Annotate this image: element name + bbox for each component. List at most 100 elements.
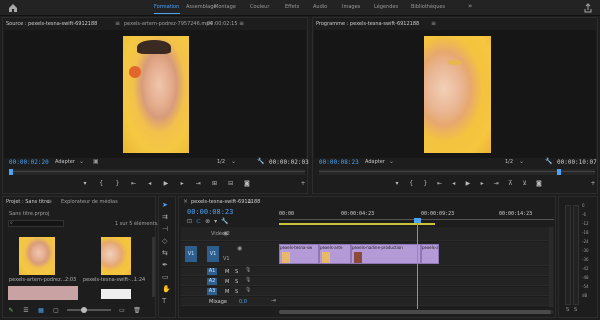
source-tab-clip-name[interactable]: pexels-artem-podrez-7957246.mp4	[124, 21, 213, 27]
timeline-clip[interactable]: pexels-nadine-production	[351, 244, 421, 264]
program-mark-in-icon[interactable]: {	[407, 180, 415, 190]
project-item-thumbnail[interactable]	[101, 237, 131, 275]
workspace-tab-audio[interactable]: Audio	[313, 4, 327, 10]
track-target-a1[interactable]: A1	[207, 268, 217, 275]
zoom-slider[interactable]	[67, 307, 111, 313]
program-play-icon[interactable]: ▶	[464, 180, 472, 190]
add-marker-icon[interactable]: ▾	[214, 218, 217, 226]
program-step-forward-icon[interactable]: ▸	[478, 180, 486, 190]
timeline-playhead[interactable]	[417, 219, 418, 309]
panel-menu-icon[interactable]: ≡	[115, 20, 120, 27]
mic-icon[interactable]: 🎙	[245, 287, 251, 293]
ripple-edit-tool-icon[interactable]: ⊣	[162, 225, 171, 233]
source-add-button-icon[interactable]: +	[299, 180, 307, 187]
mute-button[interactable]: M	[225, 269, 229, 275]
media-browser-tab[interactable]: Explorateur de médias	[61, 199, 118, 205]
program-mark-icon[interactable]: ▾	[393, 180, 401, 190]
razor-tool-icon[interactable]: ◇	[162, 237, 171, 245]
solo-button[interactable]: S	[235, 279, 238, 285]
workspace-tab-bibliotheques[interactable]: Bibliothèques	[411, 4, 445, 10]
pencil-icon[interactable]: ✎	[7, 307, 15, 314]
timeline-playhead-handle[interactable]	[414, 218, 421, 223]
wrench-icon[interactable]: 🔧	[257, 158, 264, 165]
rectangle-tool-icon[interactable]: ▭	[162, 273, 171, 281]
extract-icon[interactable]: ⊻	[521, 180, 529, 190]
mic-icon[interactable]: 🎙	[245, 277, 251, 283]
track-target-a2[interactable]: A2	[207, 278, 217, 285]
zoom-slider-handle[interactable]	[81, 307, 87, 313]
timeline-vertical-scrollbar[interactable]	[549, 227, 553, 307]
project-item-thumbnail[interactable]	[8, 286, 78, 300]
pen-tool-icon[interactable]: ✒	[162, 261, 171, 269]
program-panel-menu-icon[interactable]: ≡	[431, 20, 436, 27]
program-resolution-dropdown[interactable]: 1/2	[505, 159, 513, 165]
slip-tool-icon[interactable]: ⇆	[162, 249, 171, 257]
new-bin-icon[interactable]: ▭	[118, 307, 126, 314]
sequence-menu-icon[interactable]: ≡	[247, 198, 252, 205]
program-playhead-timecode[interactable]: 00:00:08:23	[319, 159, 359, 166]
program-step-back-icon[interactable]: ◂	[450, 180, 458, 190]
workspace-tab-formation[interactable]: Formation	[154, 4, 179, 10]
program-panel-title[interactable]: Programme : pexels-tesna-swift-6912188	[316, 21, 419, 27]
type-tool-icon[interactable]: T	[162, 297, 171, 305]
go-to-out-icon[interactable]: ⇥	[194, 180, 202, 190]
eye-icon[interactable]: ◉	[237, 245, 242, 252]
solo-button[interactable]: S	[235, 269, 238, 275]
timeline-timecode[interactable]: 00:00:08:23	[187, 208, 233, 216]
source-viewer[interactable]	[4, 30, 306, 158]
track-target-v1[interactable]: V1	[207, 246, 219, 262]
program-viewer[interactable]	[314, 30, 596, 158]
program-go-to-in-icon[interactable]: ⇤	[436, 180, 444, 190]
project-item-thumbnail[interactable]	[19, 237, 55, 275]
mic-icon[interactable]: 🎙	[245, 267, 251, 273]
timeline-scrollbar-thumb[interactable]	[279, 310, 551, 314]
mark-out-bracket-icon[interactable]: }	[113, 180, 121, 190]
workspace-tab-montage[interactable]: Montage	[214, 4, 236, 10]
timeline-clip[interactable]: pexels-a	[421, 244, 439, 264]
list-view-icon[interactable]: ☰	[22, 307, 30, 314]
project-item-thumbnail[interactable]	[101, 289, 131, 299]
track-select-tool-icon[interactable]: ⇉	[162, 213, 171, 221]
snap-icon[interactable]: ⊂	[196, 218, 201, 226]
settings-toggle-icon[interactable]: ▣	[93, 158, 99, 165]
play-icon[interactable]: ▶	[162, 180, 170, 190]
program-fit-dropdown[interactable]: Adapter	[365, 159, 385, 165]
project-menu-icon[interactable]: ≡	[47, 198, 52, 205]
source-fit-dropdown[interactable]: Adapter	[55, 159, 75, 165]
home-icon[interactable]	[8, 3, 18, 13]
timeline-clip[interactable]: pexels-tesna-sw	[279, 244, 319, 264]
project-item-name[interactable]: pexels-artem-podrez...	[9, 277, 66, 283]
trash-icon[interactable]: 🗑	[133, 307, 141, 314]
mark-in-bracket-icon[interactable]: {	[97, 180, 105, 190]
step-back-icon[interactable]: ◂	[146, 180, 154, 190]
step-forward-icon[interactable]: ▸	[178, 180, 186, 190]
project-tab[interactable]: Projet : Sans titre	[6, 199, 49, 205]
workspace-tab-couleur[interactable]: Couleur	[250, 4, 269, 10]
source-resolution-dropdown[interactable]: 1/2	[217, 159, 225, 165]
insert-icon[interactable]: ⊞	[211, 180, 219, 190]
work-area-bar[interactable]	[279, 223, 435, 225]
program-scrubber-playhead[interactable]	[557, 169, 561, 175]
program-scrubber[interactable]	[319, 169, 595, 175]
icon-view-icon[interactable]: ▦	[37, 307, 45, 314]
meter-solo-right[interactable]: S	[574, 307, 577, 313]
workspace-tab-assemblage[interactable]: Assemblage	[186, 4, 216, 10]
workspace-tab-legendes[interactable]: Légendes	[374, 4, 398, 10]
meter-solo-left[interactable]: S	[566, 307, 569, 313]
project-search-input[interactable]: ⌕	[8, 220, 64, 227]
track-target-a3[interactable]: A3	[207, 288, 217, 295]
go-to-in-icon[interactable]: ⇤	[130, 180, 138, 190]
source-patch-v1[interactable]: V1	[185, 246, 197, 262]
source-panel-menu-icon[interactable]: ≡	[239, 20, 244, 27]
source-scrubber-playhead[interactable]	[9, 169, 13, 175]
eye-icon[interactable]: ◉	[223, 230, 228, 237]
linked-selection-icon[interactable]: ⊗	[205, 218, 210, 226]
share-icon[interactable]	[583, 3, 593, 13]
timeline-clip[interactable]: pexels-arte	[319, 244, 351, 264]
workspace-tab-images[interactable]: Images	[342, 4, 360, 10]
program-wrench-icon[interactable]: 🔧	[545, 158, 552, 165]
project-scrollbar[interactable]	[152, 237, 155, 297]
export-frame-icon[interactable]: ◙	[243, 180, 251, 190]
hand-tool-icon[interactable]: ✋	[162, 285, 171, 293]
source-scrubber[interactable]	[9, 169, 305, 175]
